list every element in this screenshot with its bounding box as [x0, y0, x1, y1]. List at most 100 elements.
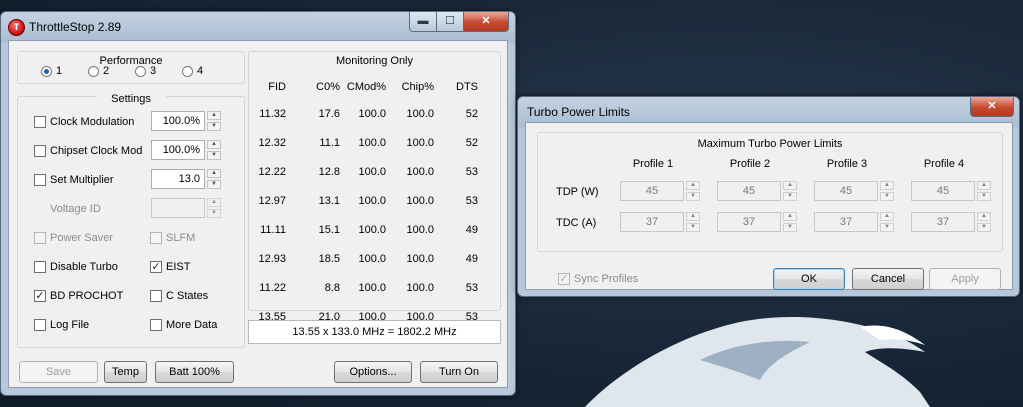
- monitoring-header-c0: C0%: [316, 81, 340, 93]
- batt-button[interactable]: Batt 100%: [155, 361, 234, 383]
- sync-profiles-label: Sync Profiles: [574, 273, 639, 285]
- c-states-checkbox[interactable]: [150, 290, 162, 302]
- settings-group: Settings: [17, 93, 245, 348]
- monitoring-cell-cmod: 100.0: [358, 166, 386, 178]
- performance-radio-2[interactable]: [88, 66, 99, 77]
- bd-prochot-checkbox[interactable]: ✓: [34, 290, 46, 302]
- slfm-label: SLFM: [166, 232, 196, 244]
- tdp-spinner-profile-4: ▲ ▼: [977, 181, 991, 201]
- turbo-group-title: Maximum Turbo Power Limits: [697, 138, 843, 150]
- tdc-field-profile-4: 37: [911, 212, 975, 232]
- disable-turbo-label: Disable Turbo: [50, 261, 118, 273]
- more-data-label: More Data: [166, 319, 218, 331]
- chipset-clock-mod-spinner[interactable]: ▲ ▼: [207, 140, 221, 160]
- turbo-window-title: Turbo Power Limits: [527, 105, 630, 119]
- performance-radio-4[interactable]: [182, 66, 193, 77]
- tdc-spinner-profile-2: ▲ ▼: [783, 212, 797, 232]
- set-multiplier-value[interactable]: 13.0: [151, 169, 205, 189]
- monitoring-cell-dts: 52: [465, 137, 478, 149]
- turn-on-button[interactable]: Turn On: [420, 361, 498, 383]
- sync-profiles-checkbox: ✓: [558, 273, 570, 285]
- power-saver-label: Power Saver: [50, 232, 113, 244]
- performance-radio-3-label: 3: [150, 65, 157, 77]
- clock-modulation-spinner[interactable]: ▲ ▼: [207, 111, 221, 131]
- power-saver-checkbox: [34, 232, 46, 244]
- monitoring-cell-c0: 18.5: [318, 253, 340, 265]
- performance-radio-4-label: 4: [197, 65, 204, 77]
- monitoring-header-chip: Chip%: [401, 81, 434, 93]
- disable-turbo-checkbox[interactable]: [34, 261, 46, 273]
- monitoring-header-dts: DTS: [456, 81, 478, 93]
- clock-modulation-value[interactable]: 100.0%: [151, 111, 205, 131]
- tdc-field-profile-3: 37: [814, 212, 878, 232]
- eist-checkbox[interactable]: ✓: [150, 261, 162, 273]
- performance-title: Performance: [99, 55, 163, 67]
- set-multiplier-checkbox[interactable]: [34, 174, 46, 186]
- options-button[interactable]: Options...: [334, 361, 412, 383]
- clock-modulation-label: Clock Modulation: [50, 116, 135, 128]
- tdc-field-profile-2: 37: [717, 212, 781, 232]
- turbo-close-icon[interactable]: ✕: [970, 97, 1014, 117]
- monitoring-cell-chip: 100.0: [406, 108, 434, 120]
- log-file-checkbox[interactable]: [34, 319, 46, 331]
- minimize-icon[interactable]: ▬: [409, 12, 437, 32]
- tdp-field-profile-1: 45: [620, 181, 684, 201]
- settings-title: Settings: [96, 93, 166, 105]
- monitoring-title: Monitoring Only: [335, 55, 414, 67]
- maximize-icon[interactable]: ☐: [436, 12, 464, 32]
- clock-modulation-checkbox[interactable]: [34, 116, 46, 128]
- apply-button[interactable]: Apply: [929, 268, 1001, 290]
- monitoring-cell-c0: 15.1: [318, 224, 340, 236]
- chipset-clock-mod-checkbox[interactable]: [34, 145, 46, 157]
- monitoring-cell-dts: 49: [465, 253, 478, 265]
- slfm-checkbox: [150, 232, 162, 244]
- ok-button[interactable]: OK: [773, 268, 845, 290]
- window-title: ThrottleStop 2.89: [29, 20, 122, 34]
- close-icon[interactable]: ✕: [463, 12, 509, 32]
- performance-radio-3[interactable]: [135, 66, 146, 77]
- profile-header-3: Profile 3: [826, 158, 868, 170]
- throttlestop-titlebar[interactable]: T ThrottleStop 2.89 ▬ ☐ ✕: [1, 12, 515, 42]
- monitoring-cell-chip: 100.0: [406, 253, 434, 265]
- performance-radio-1[interactable]: [41, 66, 52, 77]
- monitoring-cell-cmod: 100.0: [358, 282, 386, 294]
- voltage-id-label: Voltage ID: [50, 203, 101, 215]
- monitoring-cell-chip: 100.0: [406, 166, 434, 178]
- bd-prochot-label: BD PROCHOT: [50, 290, 124, 302]
- monitoring-cell-cmod: 100.0: [358, 253, 386, 265]
- more-data-checkbox[interactable]: [150, 319, 162, 331]
- log-file-label: Log File: [50, 319, 90, 331]
- save-button[interactable]: Save: [19, 361, 98, 383]
- tdc-field-profile-1: 37: [620, 212, 684, 232]
- monitoring-cell-fid: 12.22: [258, 166, 286, 178]
- chipset-clock-mod-value[interactable]: 100.0%: [151, 140, 205, 160]
- monitoring-cell-chip: 100.0: [406, 195, 434, 207]
- profile-header-2: Profile 2: [729, 158, 771, 170]
- performance-radio-1-label: 1: [56, 65, 63, 77]
- monitoring-cell-dts: 53: [465, 195, 478, 207]
- turbo-power-limits-window: Turbo Power Limits ✕ Maximum Turbo Power…: [517, 96, 1020, 297]
- tdp-field-profile-2: 45: [717, 181, 781, 201]
- throttlestop-window: T ThrottleStop 2.89 ▬ ☐ ✕ Performance 1 …: [0, 11, 516, 396]
- monitoring-cell-c0: 12.8: [318, 166, 340, 178]
- monitoring-cell-fid: 11.32: [259, 108, 286, 120]
- tdp-field-profile-4: 45: [911, 181, 975, 201]
- tdp-spinner-profile-1: ▲ ▼: [686, 181, 700, 201]
- monitoring-cell-fid: 12.93: [258, 253, 286, 265]
- monitoring-cell-cmod: 100.0: [358, 108, 386, 120]
- monitoring-cell-dts: 53: [465, 282, 478, 294]
- monitoring-header-cmod: CMod%: [346, 81, 386, 93]
- voltage-id-value: [151, 198, 205, 218]
- temp-button[interactable]: Temp: [104, 361, 147, 383]
- monitoring-cell-dts: 52: [465, 108, 478, 120]
- monitoring-cell-fid: 12.97: [258, 195, 286, 207]
- monitoring-cell-dts: 49: [465, 224, 478, 236]
- cancel-button[interactable]: Cancel: [852, 268, 924, 290]
- monitoring-cell-cmod: 100.0: [358, 137, 386, 149]
- tdc-spinner-profile-1: ▲ ▼: [686, 212, 700, 232]
- turbo-client: Maximum Turbo Power Limits Profile 1 45 ▲ ▼…: [525, 122, 1013, 290]
- set-multiplier-label: Set Multiplier: [50, 174, 114, 186]
- tdp-label: TDP (W): [556, 186, 599, 198]
- monitoring-header-fid: FID: [268, 81, 286, 93]
- set-multiplier-spinner[interactable]: ▲ ▼: [207, 169, 221, 189]
